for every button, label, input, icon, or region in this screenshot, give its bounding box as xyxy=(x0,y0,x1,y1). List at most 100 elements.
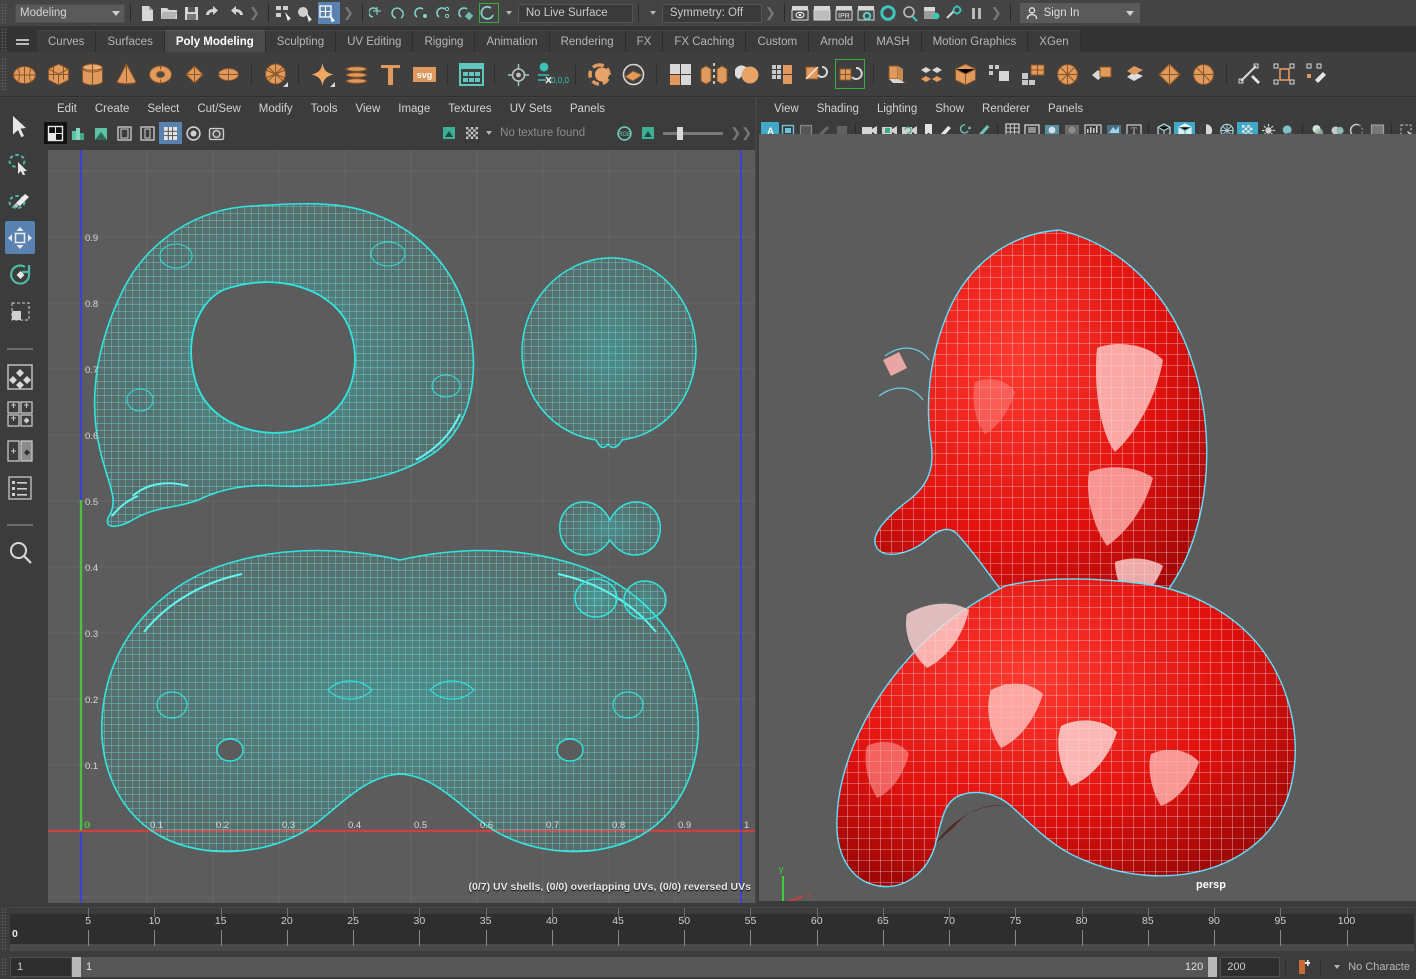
uv-toggle-grid-icon[interactable] xyxy=(44,122,67,144)
redo-icon[interactable] xyxy=(224,2,246,24)
shelf-grip[interactable] xyxy=(0,27,7,52)
live-surface-field[interactable]: No Live Surface xyxy=(517,3,633,23)
uv-menu-select[interactable]: Select xyxy=(138,98,188,120)
bridge-icon[interactable] xyxy=(914,57,948,91)
svg-icon[interactable]: svg xyxy=(407,57,441,91)
combine-icon[interactable] xyxy=(582,57,616,91)
merge-icon[interactable] xyxy=(1084,57,1118,91)
rotate-tool[interactable] xyxy=(5,258,35,291)
paint-select-tool[interactable] xyxy=(5,184,35,217)
shelf-tab-sculpting[interactable]: Sculpting xyxy=(265,30,337,52)
uv-menu-image[interactable]: Image xyxy=(389,98,439,120)
hypershade-icon[interactable] xyxy=(878,2,900,24)
shelf-tab-arnold[interactable]: Arnold xyxy=(809,30,866,52)
smooth-icon[interactable] xyxy=(731,57,765,91)
snap-to-curve-icon[interactable] xyxy=(390,2,412,24)
append-polygon-icon[interactable] xyxy=(1233,57,1267,91)
snap-to-view-plane-icon[interactable] xyxy=(456,2,478,24)
triangulate-icon[interactable] xyxy=(1152,57,1186,91)
persp-menu-shading[interactable]: Shading xyxy=(808,98,868,120)
range-start-field[interactable]: 1 xyxy=(10,957,72,977)
uv-menu-create[interactable]: Create xyxy=(86,98,139,120)
bevel-icon[interactable] xyxy=(799,57,833,91)
move-tool[interactable] xyxy=(5,221,35,254)
shelf-tab-rendering[interactable]: Rendering xyxy=(549,30,626,52)
toolbar-grip[interactable] xyxy=(0,2,7,24)
checker-pattern-icon[interactable] xyxy=(460,122,483,144)
persp-menu-renderer[interactable]: Renderer xyxy=(973,98,1039,120)
render-settings-icon[interactable] xyxy=(856,2,878,24)
dim-slider[interactable] xyxy=(663,126,724,140)
poly-soft-edge-icon[interactable] xyxy=(305,57,339,91)
shelf-tab-surfaces[interactable]: Surfaces xyxy=(96,30,165,52)
animation-preferences-chevron-icon[interactable] xyxy=(1334,965,1341,969)
shelf-tab-uv-editing[interactable]: UV Editing xyxy=(336,30,414,52)
circularize-icon[interactable] xyxy=(1050,57,1084,91)
light-editor-icon[interactable] xyxy=(944,2,966,24)
poly-platonic-icon[interactable] xyxy=(258,57,292,91)
shelf-tab-poly-modeling[interactable]: Poly Modeling xyxy=(164,30,266,52)
snap-expand-icon[interactable]: ❯ xyxy=(765,5,776,21)
persp-menu-panels[interactable]: Panels xyxy=(1039,98,1092,120)
texture-chevron-icon[interactable] xyxy=(486,131,493,135)
sign-in-button[interactable]: Sign In xyxy=(1019,3,1140,23)
uv-menu-uv-sets[interactable]: UV Sets xyxy=(501,98,561,120)
range-end-handle[interactable] xyxy=(1208,957,1218,977)
snap-options-chevron-icon[interactable] xyxy=(505,11,512,15)
shelf-tab-fx[interactable]: FX xyxy=(625,30,664,52)
uv-menu-tools[interactable]: Tools xyxy=(302,98,347,120)
render-setup-icon[interactable] xyxy=(922,2,944,24)
snap-to-point-icon[interactable] xyxy=(412,2,434,24)
shelf-tab-motion-graphics[interactable]: Motion Graphics xyxy=(921,30,1029,52)
symmetry-field[interactable]: Symmetry: Off xyxy=(661,3,762,23)
select-by-object-icon[interactable] xyxy=(296,2,318,24)
outliner-layout[interactable] xyxy=(5,471,35,504)
texture-channel-icon[interactable] xyxy=(437,122,460,144)
option-corner-icon[interactable] xyxy=(330,82,335,87)
alpha-channel-icon[interactable] xyxy=(636,122,659,144)
shelf-tab-xgen[interactable]: XGen xyxy=(1028,30,1081,52)
boolean-icon[interactable] xyxy=(663,57,697,91)
persp-canvas[interactable]: y x persp xyxy=(759,134,1416,901)
shelf-tab-animation[interactable]: Animation xyxy=(475,30,550,52)
uv-distortion-icon[interactable] xyxy=(113,122,136,144)
pause-icon[interactable] xyxy=(966,2,988,24)
uv-editor-icon[interactable] xyxy=(454,57,488,91)
render-current-frame-icon[interactable] xyxy=(790,2,812,24)
select-tool[interactable] xyxy=(5,110,35,143)
time-slider[interactable]: 0 5 10 15 20 25 30 35 40 45 50 55 60 65 70 75 80 85 90 95 1… xyxy=(10,907,1414,951)
extrude-icon[interactable] xyxy=(833,57,867,91)
uv-toolbar-expand-icon[interactable]: ❯❯ xyxy=(730,125,752,141)
uv-menu-view[interactable]: View xyxy=(347,98,390,120)
single-perspective-layout[interactable] xyxy=(5,360,35,393)
uv-display-colored-shells-icon[interactable] xyxy=(67,122,90,144)
mirror-icon[interactable] xyxy=(697,57,731,91)
select-by-hierarchy-icon[interactable] xyxy=(274,2,296,24)
menu-set-selector[interactable]: Modeling xyxy=(15,3,125,23)
four-view-layout[interactable] xyxy=(5,397,35,430)
wedge-icon[interactable] xyxy=(948,57,982,91)
persp-menu-show[interactable]: Show xyxy=(926,98,973,120)
paint-attribute-icon[interactable] xyxy=(1301,57,1335,91)
poly-type-icon[interactable] xyxy=(373,57,407,91)
chamfer-icon[interactable] xyxy=(982,57,1016,91)
poly-pipe-icon[interactable] xyxy=(501,57,535,91)
ipr-render-icon[interactable]: IPR xyxy=(834,2,856,24)
select-by-component-icon[interactable] xyxy=(317,2,340,24)
uv-menu-edit[interactable]: Edit xyxy=(48,98,86,120)
symmetry-chevron-icon[interactable] xyxy=(649,11,656,15)
zero-transform-icon[interactable]: 0,0,0 xyxy=(535,57,569,91)
new-scene-icon[interactable] xyxy=(136,2,158,24)
poly-cone-icon[interactable] xyxy=(109,57,143,91)
range-start-handle[interactable] xyxy=(72,957,81,977)
separate-icon[interactable] xyxy=(616,57,650,91)
rgb-channel-icon[interactable]: RGB xyxy=(613,122,636,144)
two-pane-layout[interactable] xyxy=(5,434,35,467)
persp-menu-view[interactable]: View xyxy=(765,98,808,120)
uv-shaded-icon[interactable] xyxy=(182,122,205,144)
poke-icon[interactable] xyxy=(1016,57,1050,91)
crease-icon[interactable] xyxy=(1267,57,1301,91)
uv-menu-modify[interactable]: Modify xyxy=(250,98,302,120)
scale-tool[interactable] xyxy=(5,295,35,328)
auto-key-icon[interactable] xyxy=(1291,959,1315,975)
